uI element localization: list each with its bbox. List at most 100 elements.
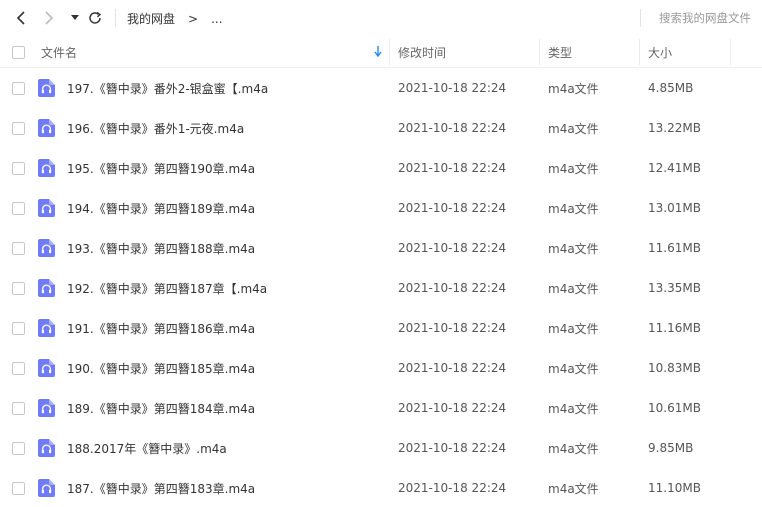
file-name[interactable]: 195.《簪中录》第四簪190章.m4a (67, 148, 255, 188)
audio-file-icon (38, 439, 55, 457)
row-checkbox[interactable] (12, 82, 25, 95)
column-header-type[interactable]: 类型 (548, 36, 572, 68)
audio-file-icon (38, 119, 55, 137)
file-modified: 2021-10-18 22:24 (398, 441, 507, 455)
row-checkbox[interactable] (12, 282, 25, 295)
row-checkbox[interactable] (12, 242, 25, 255)
file-modified: 2021-10-18 22:24 (398, 81, 507, 95)
refresh-icon[interactable] (86, 9, 104, 27)
breadcrumb-root[interactable]: 我的网盘 (127, 10, 175, 27)
audio-file-icon (38, 159, 55, 177)
audio-file-icon (38, 319, 55, 337)
column-header-name[interactable]: 文件名 (41, 36, 77, 68)
file-modified: 2021-10-18 22:24 (398, 481, 507, 495)
column-divider[interactable] (639, 39, 640, 65)
audio-file-icon (38, 79, 55, 97)
file-modified: 2021-10-18 22:24 (398, 121, 507, 135)
file-row[interactable]: 195.《簪中录》第四簪190章.m4a 2021-10-18 22:24 m4a文… (0, 148, 762, 188)
file-row[interactable]: 191.《簪中录》第四簪186章.m4a 2021-10-18 22:24 m4a文… (0, 308, 762, 348)
audio-file-icon (38, 399, 55, 417)
chevron-left-icon[interactable] (12, 9, 30, 27)
file-row[interactable]: 188.2017年《簪中录》.m4a 2021-10-18 22:24 m4a文件 9… (0, 428, 762, 468)
row-checkbox[interactable] (12, 482, 25, 495)
file-row[interactable]: 196.《簪中录》番外1-元夜.m4a 2021-10-18 22:24 m4a文件… (0, 108, 762, 148)
row-checkbox[interactable] (12, 362, 25, 375)
select-all-checkbox[interactable] (12, 45, 25, 59)
file-name[interactable]: 194.《簪中录》第四簪189章.m4a (67, 188, 255, 228)
row-checkbox[interactable] (12, 162, 25, 175)
file-row[interactable]: 190.《簪中录》第四簪185章.m4a 2021-10-18 22:24 m4a文… (0, 348, 762, 388)
file-row[interactable]: 192.《簪中录》第四簪187章【.m4a 2021-10-18 22:24 m4a… (0, 268, 762, 308)
file-type: m4a文件 (548, 401, 599, 416)
search-input[interactable] (652, 9, 760, 27)
file-type: m4a文件 (548, 81, 599, 96)
audio-file-icon (38, 239, 55, 257)
file-list-header: 文件名 修改时间 类型 大小 (0, 36, 762, 68)
file-type: m4a文件 (548, 121, 599, 136)
file-type: m4a文件 (548, 241, 599, 256)
row-checkbox[interactable] (12, 202, 25, 215)
audio-file-icon (38, 359, 55, 377)
file-row[interactable]: 194.《簪中录》第四簪189章.m4a 2021-10-18 22:24 m4a文… (0, 188, 762, 228)
file-type: m4a文件 (548, 441, 599, 456)
file-name[interactable]: 187.《簪中录》第四簪183章.m4a (67, 468, 255, 507)
file-size: 11.10MB (648, 481, 701, 495)
file-list: 197.《簪中录》番外2-银盒蜜【.m4a 2021-10-18 22:24 m4a… (0, 68, 762, 507)
toolbar: 我的网盘 > ... (0, 0, 762, 36)
file-type: m4a文件 (548, 321, 599, 336)
file-name[interactable]: 196.《簪中录》番外1-元夜.m4a (67, 108, 244, 148)
file-size: 9.85MB (648, 441, 694, 455)
breadcrumb: 我的网盘 > ... (127, 10, 223, 27)
file-size: 13.22MB (648, 121, 701, 135)
breadcrumb-ellipsis[interactable]: ... (211, 12, 222, 26)
file-row[interactable]: 197.《簪中录》番外2-银盒蜜【.m4a 2021-10-18 22:24 m4a… (0, 68, 762, 108)
file-type: m4a文件 (548, 481, 599, 496)
file-name[interactable]: 189.《簪中录》第四簪184章.m4a (67, 388, 255, 428)
file-row[interactable]: 189.《簪中录》第四簪184章.m4a 2021-10-18 22:24 m4a文… (0, 388, 762, 428)
file-name[interactable]: 197.《簪中录》番外2-银盒蜜【.m4a (67, 68, 268, 108)
audio-file-icon (38, 199, 55, 217)
file-name[interactable]: 188.2017年《簪中录》.m4a (67, 428, 227, 468)
file-modified: 2021-10-18 22:24 (398, 161, 507, 175)
file-modified: 2021-10-18 22:24 (398, 361, 507, 375)
file-size: 11.61MB (648, 241, 701, 255)
file-size: 13.35MB (648, 281, 701, 295)
select-all-cell (12, 36, 25, 68)
audio-file-icon (38, 479, 55, 497)
file-name[interactable]: 192.《簪中录》第四簪187章【.m4a (67, 268, 267, 308)
file-name[interactable]: 193.《簪中录》第四簪188章.m4a (67, 228, 255, 268)
file-type: m4a文件 (548, 161, 599, 176)
search-divider (640, 9, 641, 27)
file-modified: 2021-10-18 22:24 (398, 401, 507, 415)
toolbar-divider (115, 9, 116, 27)
row-checkbox[interactable] (12, 322, 25, 335)
file-type: m4a文件 (548, 201, 599, 216)
file-size: 10.83MB (648, 361, 701, 375)
chevron-right-icon[interactable] (40, 9, 58, 27)
file-size: 4.85MB (648, 81, 694, 95)
caret-down-icon[interactable] (66, 9, 84, 27)
breadcrumb-separator: > (188, 11, 199, 26)
file-type: m4a文件 (548, 361, 599, 376)
column-divider[interactable] (539, 39, 540, 65)
file-row[interactable]: 187.《簪中录》第四簪183章.m4a 2021-10-18 22:24 m4a文… (0, 468, 762, 507)
file-size: 11.16MB (648, 321, 701, 335)
file-size: 13.01MB (648, 201, 701, 215)
column-header-size[interactable]: 大小 (648, 36, 672, 68)
column-header-modified[interactable]: 修改时间 (398, 36, 446, 68)
column-divider[interactable] (389, 39, 390, 65)
column-divider[interactable] (730, 39, 731, 65)
file-modified: 2021-10-18 22:24 (398, 201, 507, 215)
file-name[interactable]: 190.《簪中录》第四簪185章.m4a (67, 348, 255, 388)
sort-down-arrow-icon[interactable] (374, 46, 382, 60)
row-checkbox[interactable] (12, 442, 25, 455)
file-row[interactable]: 193.《簪中录》第四簪188章.m4a 2021-10-18 22:24 m4a文… (0, 228, 762, 268)
file-name[interactable]: 191.《簪中录》第四簪186章.m4a (67, 308, 255, 348)
file-type: m4a文件 (548, 281, 599, 296)
audio-file-icon (38, 279, 55, 297)
row-checkbox[interactable] (12, 122, 25, 135)
file-size: 10.61MB (648, 401, 701, 415)
row-checkbox[interactable] (12, 402, 25, 415)
file-modified: 2021-10-18 22:24 (398, 321, 507, 335)
file-modified: 2021-10-18 22:24 (398, 241, 507, 255)
